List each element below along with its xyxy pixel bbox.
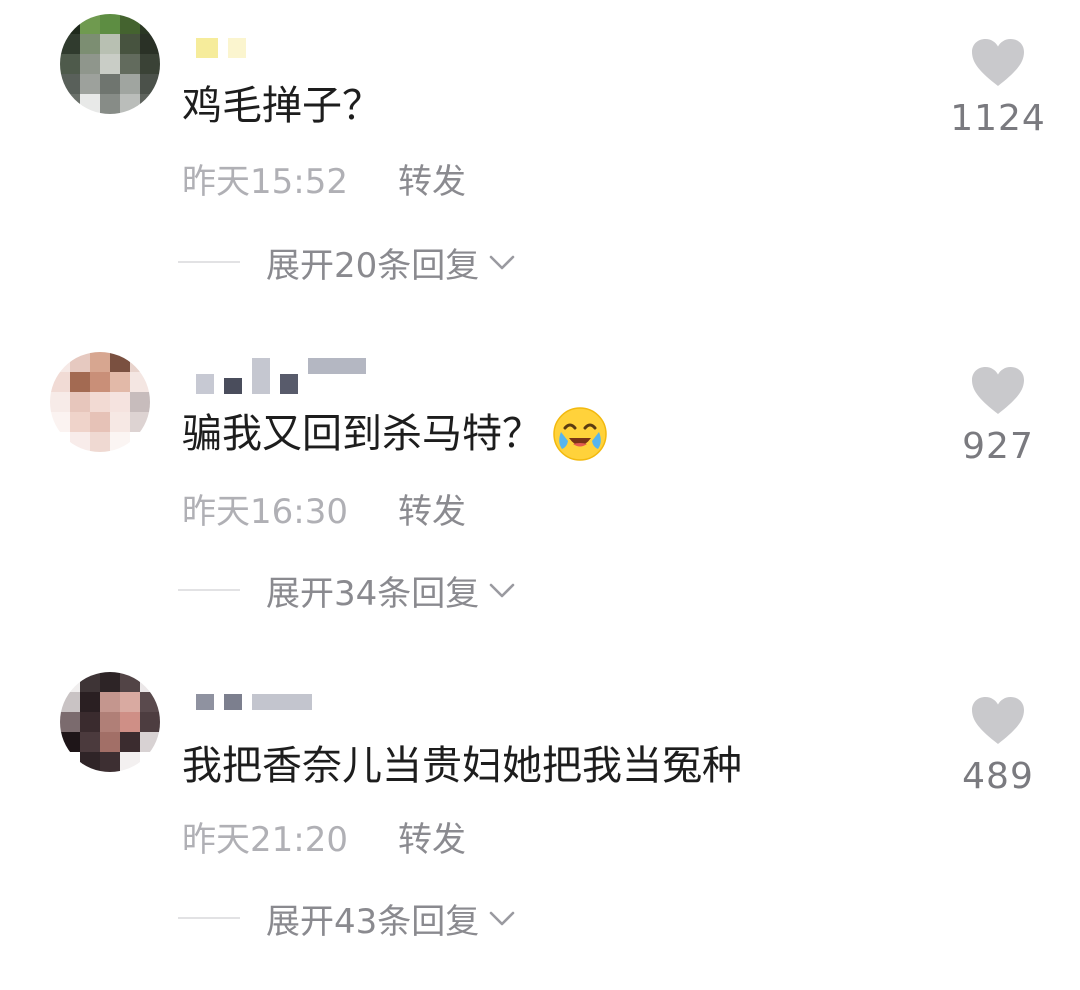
comment-text: 鸡毛掸子？ — [182, 78, 382, 134]
comment-text-content: 骗我又回到杀马特？ — [182, 411, 542, 457]
expand-replies-label: 展开43条回复 — [266, 901, 480, 942]
expand-replies-label: 展开20条回复 — [266, 245, 480, 286]
chevron-down-icon — [489, 911, 515, 926]
username-redacted[interactable] — [196, 358, 366, 394]
comment-meta: 昨天15:52 转发 — [182, 154, 466, 203]
comment-text: 我把香奈儿当贵妇她把我当冤种 — [182, 738, 742, 794]
expand-replies-button[interactable]: 展开20条回复 — [178, 240, 519, 286]
comment-item: 骗我又回到杀马特？ 昨天16:30 转发 展开34条回复 927 — [0, 330, 1080, 660]
like-count: 489 — [962, 756, 1034, 797]
heart-icon — [972, 697, 1024, 744]
like-button[interactable]: 1124 — [938, 38, 1058, 139]
comment-time: 昨天15:52 — [182, 161, 348, 202]
comment-item: 我把香奈儿当贵妇她把我当冤种 昨天21:20 转发 展开43条回复 489 — [0, 660, 1080, 990]
like-count: 927 — [962, 426, 1034, 467]
expand-replies-button[interactable]: 展开34条回复 — [178, 568, 519, 614]
comment-text-content: 我把香奈儿当贵妇她把我当冤种 — [182, 743, 742, 789]
crying-laughing-emoji-icon — [553, 407, 607, 461]
comment-item: 鸡毛掸子？ 昨天15:52 转发 展开20条回复 1124 — [0, 0, 1080, 330]
avatar[interactable] — [60, 14, 160, 114]
divider-line — [178, 917, 240, 919]
divider-line — [178, 589, 240, 591]
avatar[interactable] — [50, 352, 150, 452]
comment-text-content: 鸡毛掸子？ — [182, 83, 382, 129]
chevron-down-icon — [489, 255, 515, 270]
expand-replies-label: 展开34条回复 — [266, 573, 480, 614]
avatar[interactable] — [60, 672, 160, 772]
like-count: 1124 — [950, 98, 1046, 139]
forward-button[interactable]: 转发 — [398, 484, 466, 533]
comment-meta: 昨天21:20 转发 — [182, 812, 466, 861]
comment-meta: 昨天16:30 转发 — [182, 484, 466, 533]
forward-button[interactable]: 转发 — [398, 154, 466, 203]
comment-time: 昨天21:20 — [182, 819, 348, 860]
username-redacted[interactable] — [196, 34, 246, 62]
comment-time: 昨天16:30 — [182, 491, 348, 532]
like-button[interactable]: 927 — [938, 366, 1058, 467]
expand-replies-button[interactable]: 展开43条回复 — [178, 896, 519, 942]
divider-line — [178, 261, 240, 263]
heart-icon — [972, 367, 1024, 414]
username-redacted[interactable] — [196, 688, 312, 724]
heart-icon — [972, 39, 1024, 86]
chevron-down-icon — [489, 583, 515, 598]
like-button[interactable]: 489 — [938, 696, 1058, 797]
comment-text: 骗我又回到杀马特？ — [182, 406, 608, 462]
forward-button[interactable]: 转发 — [398, 812, 466, 861]
